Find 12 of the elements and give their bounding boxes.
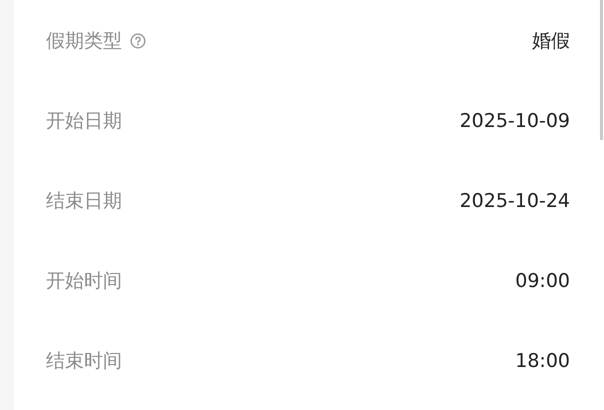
scrollbar-thumb[interactable]: [600, 0, 603, 140]
field-label: 结束日期: [46, 189, 122, 214]
field-value: 09:00: [515, 270, 570, 292]
field-label: 开始时间: [46, 269, 122, 294]
field-value: 婚假: [532, 29, 570, 54]
field-value: 18:00: [515, 350, 570, 372]
field-label: 假期类型: [46, 29, 122, 54]
field-label: 开始日期: [46, 109, 122, 134]
field-value: 2025-10-24: [460, 190, 570, 212]
field-value: 2025-10-09: [460, 110, 570, 132]
help-icon[interactable]: [130, 33, 146, 49]
field-label: 结束时间: [46, 349, 122, 374]
